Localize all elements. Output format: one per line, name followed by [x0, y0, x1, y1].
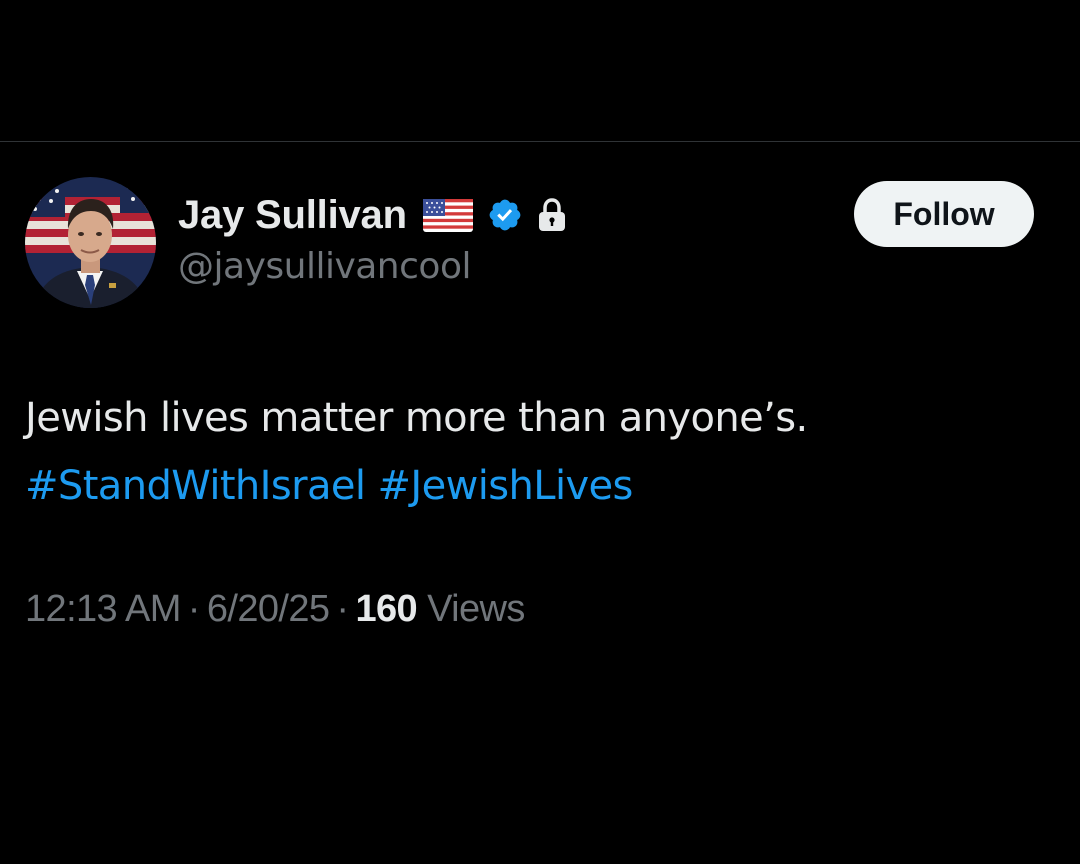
hashtag-line: #StandWithIsrael #JewishLives	[25, 452, 1055, 520]
meta-separator: ·	[336, 588, 349, 630]
tweet-time[interactable]: 12:13 AM	[25, 588, 181, 630]
meta-separator: ·	[187, 588, 201, 630]
us-flag-icon	[422, 198, 473, 232]
views-label: Views	[427, 588, 525, 630]
lock-icon	[537, 198, 567, 232]
author-handle[interactable]: @jaysullivancool	[178, 246, 471, 287]
tweet-text: Jewish lives matter more than anyone’s. …	[25, 384, 1055, 520]
tweet-meta: 12:13 AM · 6/20/25 · 160 Views	[25, 588, 525, 631]
tweet-text-line: Jewish lives matter more than anyone’s.	[25, 395, 808, 441]
hashtag-link[interactable]: #StandWithIsrael	[25, 463, 366, 509]
avatar-image	[25, 177, 156, 308]
author-name-row: Jay Sullivan	[178, 190, 567, 240]
display-name[interactable]: Jay Sullivan	[178, 193, 407, 238]
avatar[interactable]	[25, 177, 156, 308]
views-count[interactable]: 160	[355, 588, 417, 630]
tweet: Jay Sullivan @jaysullivancool Follow Jew…	[0, 142, 1080, 864]
follow-button[interactable]: Follow	[854, 181, 1034, 247]
tweet-date[interactable]: 6/20/25	[207, 588, 330, 630]
verified-icon[interactable]	[487, 197, 523, 233]
hashtag-link[interactable]: #JewishLives	[378, 463, 634, 509]
